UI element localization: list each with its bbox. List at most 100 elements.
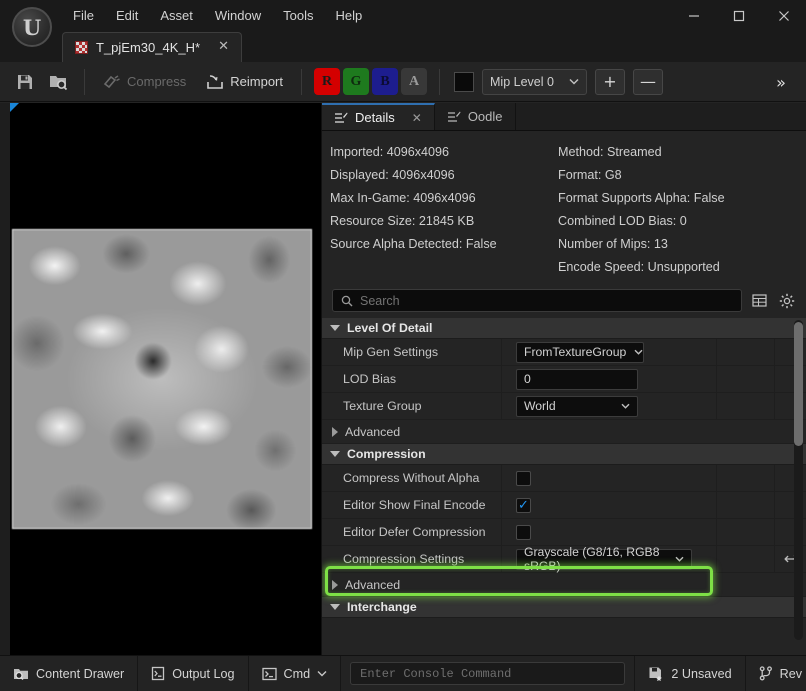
chevron-down-icon bbox=[330, 325, 340, 331]
revision-control-button[interactable]: Rev bbox=[746, 656, 806, 691]
property-row-compress-without-alpha[interactable]: Compress Without Alpha bbox=[322, 465, 806, 492]
details-scrollbar-thumb[interactable] bbox=[794, 322, 803, 446]
channel-toggle-g[interactable]: G bbox=[343, 68, 369, 95]
chevron-down-icon bbox=[634, 349, 643, 355]
search-input[interactable]: Search bbox=[332, 289, 742, 312]
column-settings-icon[interactable] bbox=[748, 290, 770, 312]
texture-group-value: World bbox=[524, 399, 556, 413]
mip-level-dropdown[interactable]: Mip Level 0 bbox=[482, 68, 587, 95]
subcategory-lod-advanced[interactable]: Advanced bbox=[322, 420, 806, 444]
details-scrollbar[interactable] bbox=[794, 320, 803, 640]
asset-toolbar: Compress Reimport R G B A Mip Level 0 + … bbox=[0, 62, 806, 102]
mip-decrease-button[interactable]: — bbox=[633, 68, 663, 95]
property-row-compression-settings[interactable]: Compression Settings Grayscale (G8/16, R… bbox=[322, 545, 806, 573]
chevron-down-icon bbox=[569, 78, 579, 85]
chevron-down-icon bbox=[317, 670, 327, 677]
channel-toggle-b[interactable]: B bbox=[372, 68, 398, 95]
editor-defer-compression-checkbox[interactable] bbox=[516, 524, 531, 540]
chevron-down-icon bbox=[675, 556, 684, 562]
tab-close-icon[interactable]: ✕ bbox=[208, 39, 231, 56]
category-compression[interactable]: Compression bbox=[322, 444, 806, 465]
texture-viewport-canvas[interactable] bbox=[10, 103, 321, 655]
tab-texture-asset[interactable]: T_pjEm30_4K_H* ✕ bbox=[62, 32, 242, 62]
details-tab-close-icon[interactable]: ✕ bbox=[412, 111, 422, 125]
chevron-right-icon bbox=[332, 426, 338, 437]
content-drawer-label: Content Drawer bbox=[36, 666, 125, 681]
tab-details[interactable]: Details ✕ bbox=[322, 103, 435, 130]
minus-icon: — bbox=[640, 72, 656, 91]
info-source-alpha-detected: Source Alpha Detected: False bbox=[330, 237, 497, 251]
menu-file[interactable]: File bbox=[62, 4, 105, 27]
channel-toggle-group: R G B A bbox=[314, 68, 427, 95]
texture-viewport[interactable] bbox=[0, 103, 322, 655]
mip-increase-button[interactable]: + bbox=[595, 68, 625, 95]
reimport-button[interactable]: Reimport bbox=[196, 67, 293, 97]
document-tab-strip: T_pjEm30_4K_H* ✕ bbox=[62, 30, 242, 62]
category-interchange[interactable]: Interchange bbox=[322, 597, 806, 618]
compression-settings-dropdown[interactable]: Grayscale (G8/16, RGB8 sRGB) bbox=[516, 545, 692, 573]
property-value bbox=[502, 465, 716, 491]
property-extra bbox=[716, 492, 774, 518]
property-extra bbox=[716, 339, 774, 365]
menu-asset[interactable]: Asset bbox=[149, 4, 204, 27]
output-log-button[interactable]: Output Log bbox=[138, 655, 249, 691]
channel-toggle-r[interactable]: R bbox=[314, 68, 340, 95]
output-log-icon bbox=[151, 666, 165, 681]
property-label: LOD Bias bbox=[322, 366, 502, 392]
lod-bias-input[interactable]: 0 bbox=[516, 368, 638, 390]
content-drawer-button[interactable]: Content Drawer bbox=[0, 655, 139, 691]
tab-oodle[interactable]: Oodle bbox=[435, 103, 516, 130]
info-encode-speed: Encode Speed: Unsupported bbox=[558, 260, 720, 274]
property-row-texture-group[interactable]: Texture Group World bbox=[322, 393, 806, 420]
toolbar-overflow-button[interactable]: » bbox=[766, 68, 796, 96]
category-title: Interchange bbox=[347, 600, 417, 614]
maximize-button[interactable] bbox=[716, 0, 761, 32]
menu-help[interactable]: Help bbox=[324, 4, 373, 27]
title-bar: U File Edit Asset Window Tools Help T_pj… bbox=[0, 0, 806, 62]
property-row-mip-gen-settings[interactable]: Mip Gen Settings FromTextureGroup bbox=[322, 339, 806, 366]
property-row-editor-show-final-encode[interactable]: Editor Show Final Encode bbox=[322, 492, 806, 519]
property-extra bbox=[716, 465, 774, 491]
browse-to-asset-button[interactable] bbox=[42, 67, 76, 97]
channel-g-label: G bbox=[350, 73, 362, 89]
category-level-of-detail[interactable]: Level Of Detail bbox=[322, 318, 806, 339]
menu-window[interactable]: Window bbox=[204, 4, 272, 27]
save-button[interactable] bbox=[8, 67, 42, 97]
compress-button[interactable]: Compress bbox=[93, 67, 196, 97]
unsaved-assets-button[interactable]: 2 Unsaved bbox=[634, 655, 746, 691]
property-label: Editor Show Final Encode bbox=[322, 492, 502, 518]
close-button[interactable] bbox=[761, 0, 806, 32]
details-search-row: Search bbox=[322, 285, 806, 318]
double-chevron-right-icon: » bbox=[776, 72, 786, 92]
minimize-button[interactable] bbox=[671, 0, 716, 32]
content-drawer-icon bbox=[13, 666, 29, 681]
console-command-input[interactable]: Enter Console Command bbox=[350, 662, 626, 685]
compress-without-alpha-checkbox[interactable] bbox=[516, 470, 531, 486]
menu-edit[interactable]: Edit bbox=[105, 4, 149, 27]
unreal-logo-icon[interactable]: U bbox=[12, 7, 52, 47]
channel-toggle-a[interactable]: A bbox=[401, 68, 427, 95]
property-row-editor-defer-compression[interactable]: Editor Defer Compression bbox=[322, 519, 806, 546]
info-displayed: Displayed: 4096x4096 bbox=[330, 168, 455, 182]
search-icon bbox=[341, 295, 353, 307]
console-placeholder: Enter Console Command bbox=[360, 666, 512, 681]
info-method: Method: Streamed bbox=[558, 145, 662, 159]
background-color-swatch[interactable] bbox=[454, 71, 474, 92]
mip-gen-settings-dropdown[interactable]: FromTextureGroup bbox=[516, 341, 644, 363]
texture-group-dropdown[interactable]: World bbox=[516, 395, 638, 417]
chevron-down-icon bbox=[330, 604, 340, 610]
editor-show-final-encode-checkbox[interactable] bbox=[516, 497, 531, 513]
oodle-icon bbox=[447, 110, 461, 124]
property-row-lod-bias[interactable]: LOD Bias 0 bbox=[322, 366, 806, 393]
subcategory-compression-advanced[interactable]: Advanced bbox=[322, 573, 806, 597]
cmd-dropdown-button[interactable]: Cmd bbox=[249, 655, 342, 691]
menu-tools[interactable]: Tools bbox=[272, 4, 324, 27]
property-label: Compression Settings bbox=[322, 546, 502, 572]
property-label: Compress Without Alpha bbox=[322, 465, 502, 491]
info-max-in-game: Max In-Game: 4096x4096 bbox=[330, 191, 476, 205]
property-list[interactable]: Level Of Detail Mip Gen Settings FromTex… bbox=[322, 318, 806, 648]
category-title: Level Of Detail bbox=[347, 321, 433, 335]
settings-gear-icon[interactable] bbox=[776, 290, 798, 312]
subcategory-label: Advanced bbox=[345, 577, 401, 592]
chevron-down-icon bbox=[330, 451, 340, 457]
